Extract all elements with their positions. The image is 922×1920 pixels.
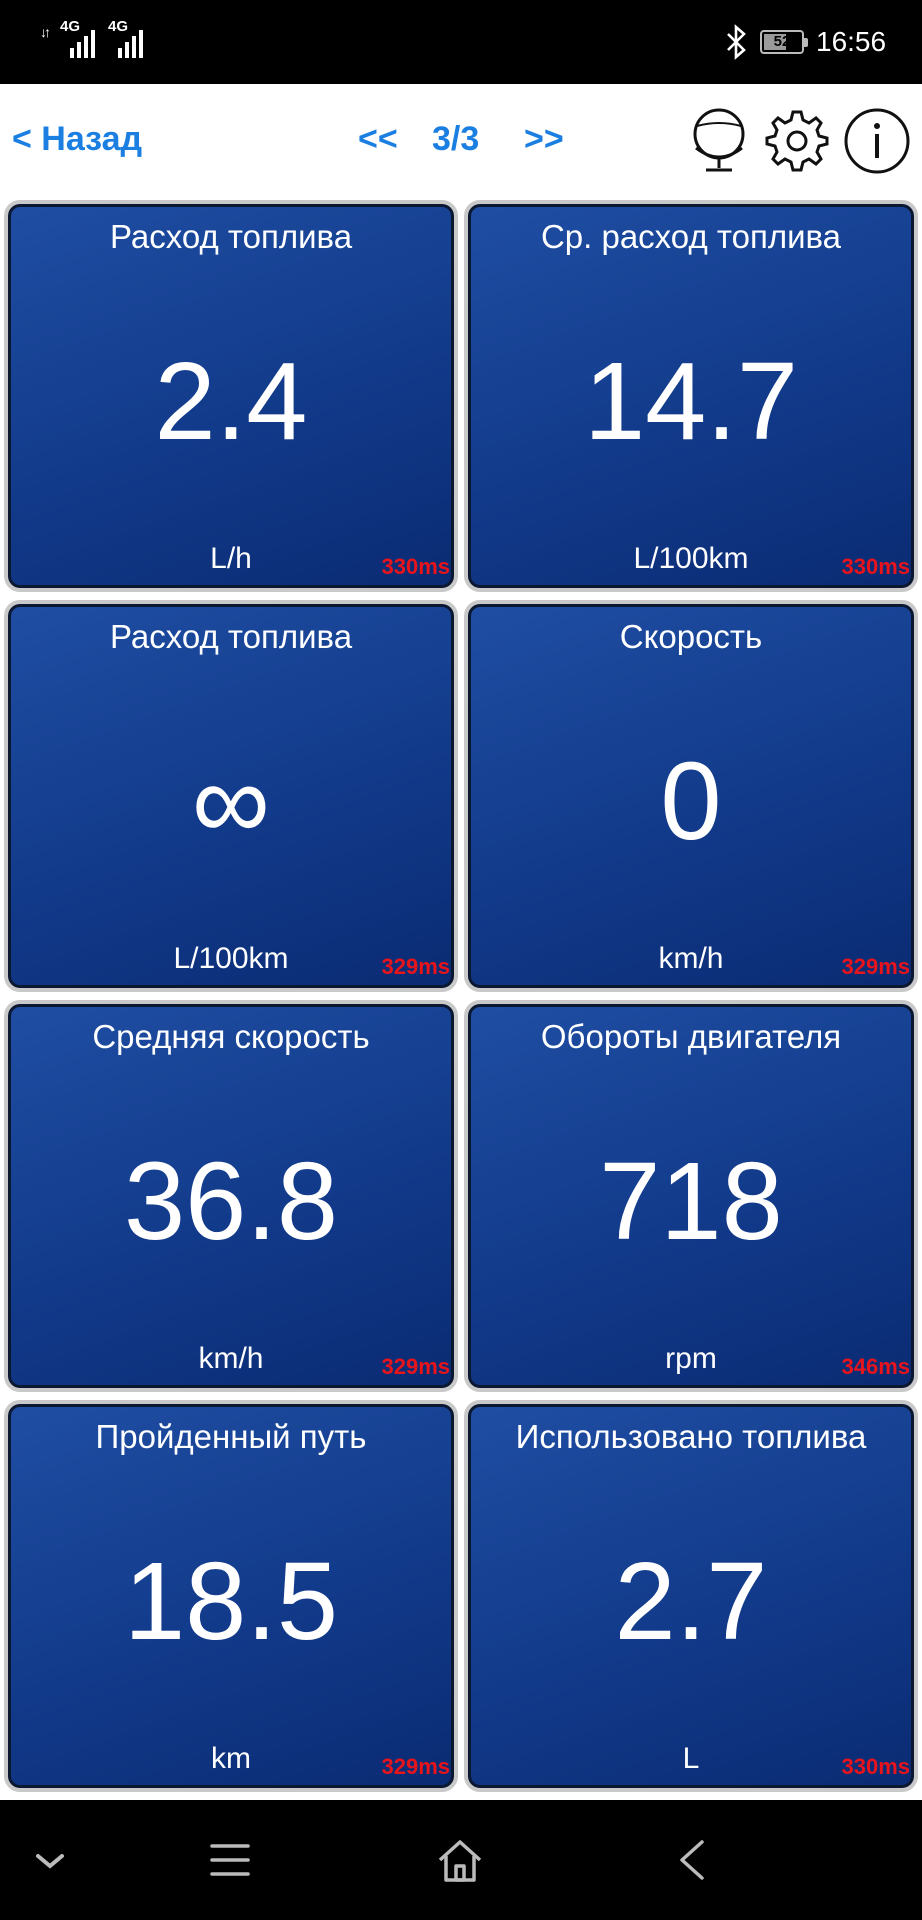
network-type-1: 4G: [60, 18, 81, 35]
gauge-title: Использовано топлива: [515, 1418, 867, 1455]
gauge-latency: 330ms: [841, 1754, 910, 1779]
gauge-value: ∞: [191, 740, 271, 863]
gauge-latency: 329ms: [381, 1754, 450, 1779]
gauge-latency: 330ms: [841, 554, 910, 579]
gauge-title: Расход топлива: [109, 218, 353, 255]
back-icon[interactable]: [668, 1836, 716, 1884]
gauge-title: Ср. расход топлива: [540, 218, 842, 255]
app-header: < Назад << 3/3 >>: [0, 84, 922, 200]
gauge-latency: 330ms: [381, 554, 450, 579]
gauge-value: 0: [660, 740, 722, 863]
home-icon[interactable]: [436, 1836, 484, 1884]
signal-1: ↓↑ 4G: [40, 18, 95, 58]
gauge-title: Скорость: [619, 618, 763, 655]
gauge-value: 718: [599, 1140, 783, 1263]
gauge-tile-speed[interactable]: Скорость 0 km/h 329ms: [464, 600, 918, 992]
data-arrows-icon: ↓↑: [40, 24, 51, 40]
gauge-value: 2.4: [154, 340, 308, 463]
info-icon[interactable]: [842, 106, 912, 176]
gauge-tile-avg-speed[interactable]: Средняя скорость 36.8 km/h 329ms: [4, 1000, 458, 1392]
gauge-tile-distance[interactable]: Пройденный путь 18.5 km 329ms: [4, 1400, 458, 1792]
gauge-title: Обороты двигателя: [540, 1018, 842, 1055]
globe-icon[interactable]: [684, 106, 754, 176]
gauge-title: Средняя скорость: [92, 1018, 370, 1055]
gauge-grid: Расход топлива 2.4 L/h 330ms Ср. расход …: [0, 200, 922, 1800]
system-nav-bar: [0, 1800, 922, 1920]
gauge-value: 18.5: [123, 1540, 339, 1663]
gauge-tile-avg-fuel[interactable]: Ср. расход топлива 14.7 L/100km 330ms: [464, 200, 918, 592]
battery-level: 52: [773, 33, 791, 50]
gear-icon[interactable]: [762, 106, 832, 176]
battery-icon: 52: [760, 30, 808, 54]
gauge-value: 14.7: [583, 340, 799, 463]
gauge-title: Пройденный путь: [95, 1418, 367, 1455]
next-page-button[interactable]: >>: [524, 120, 564, 159]
bluetooth-icon: [727, 24, 746, 60]
gauge-value: 2.7: [614, 1540, 768, 1663]
gauge-value: 36.8: [123, 1140, 339, 1263]
gauge-tile-engine-rpm[interactable]: Обороты двигателя 718 rpm 346ms: [464, 1000, 918, 1392]
gauge-tile-fuel-rate[interactable]: Расход топлива 2.4 L/h 330ms: [4, 200, 458, 592]
gauge-latency: 346ms: [841, 1354, 910, 1379]
status-bar: ↓↑ 4G 4G 52 16:56: [0, 0, 922, 84]
network-type-2: 4G: [108, 18, 129, 35]
signal-2: 4G: [104, 18, 143, 58]
menu-icon[interactable]: [206, 1836, 254, 1884]
gauge-latency: 329ms: [381, 954, 450, 979]
chevron-down-icon[interactable]: [26, 1836, 74, 1884]
gauge-title: Расход топлива: [109, 618, 353, 655]
gauge-latency: 329ms: [381, 1354, 450, 1379]
gauge-latency: 329ms: [841, 954, 910, 979]
clock: 16:56: [816, 26, 887, 57]
back-button[interactable]: < Назад: [12, 120, 142, 159]
gauge-tile-fuel-per-100km[interactable]: Расход топлива ∞ L/100km 329ms: [4, 600, 458, 992]
prev-page-button[interactable]: <<: [358, 120, 398, 159]
gauge-tile-fuel-used[interactable]: Использовано топлива 2.7 L 330ms: [464, 1400, 918, 1792]
page-indicator: 3/3: [432, 120, 480, 158]
